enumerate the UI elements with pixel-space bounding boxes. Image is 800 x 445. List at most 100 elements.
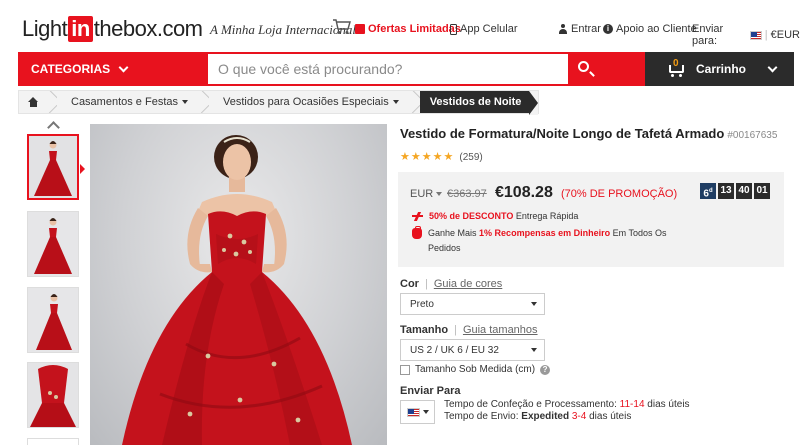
review-count[interactable]: (259): [459, 152, 482, 163]
breadcrumb-item-weddings[interactable]: Casamentos e Festas: [57, 91, 199, 113]
site-logo[interactable]: Light in thebox.com: [22, 15, 203, 43]
caret-down-icon: [436, 192, 443, 196]
login-link[interactable]: Entrar: [558, 23, 601, 35]
discount-badge: (70% DE PROMOÇÃO): [561, 188, 678, 200]
sale-price: €108.28: [495, 184, 553, 201]
promo-highlight: 1% Recompensas em Dinheiro: [479, 228, 611, 238]
divider: |: [424, 278, 428, 290]
divider: |: [764, 29, 768, 41]
info-icon: i: [603, 24, 613, 34]
shipping-time: Tempo de Envio: Expedited 3-4 dias úteis: [444, 411, 632, 422]
color-select[interactable]: Preto: [400, 293, 545, 315]
countdown-seconds: 01: [754, 183, 770, 199]
custom-size-checkbox[interactable]: [400, 364, 410, 375]
price-box: EUR €363.97 €108.28 (70% DE PROMOÇÃO) 6d…: [398, 172, 784, 267]
logo-text-thebox: thebox.com: [93, 16, 203, 41]
gift-icon: [355, 24, 365, 34]
caret-down-icon: [392, 100, 399, 104]
caret-down-icon: [531, 348, 537, 352]
limited-offers-link[interactable]: Ofertas Limitadas: [355, 23, 461, 35]
login-label: Entrar: [571, 23, 601, 35]
us-flag-icon: [406, 407, 420, 417]
star-icon: ★: [400, 151, 410, 163]
promo-text: Pedidos: [428, 243, 461, 253]
limited-offers-label: Ofertas Limitadas: [368, 23, 461, 35]
breadcrumb-separator: [410, 91, 420, 113]
original-price: €363.97: [447, 188, 487, 200]
dress-thumbnail-image: [28, 288, 78, 352]
dress-detail-thumbnail-image: [28, 363, 78, 427]
shipping-days: 3-4: [571, 411, 587, 422]
color-select-value: Preto: [410, 298, 434, 310]
countdown-days: 6d: [700, 183, 716, 199]
breadcrumb-item-label: Casamentos e Festas: [71, 96, 178, 108]
breadcrumb-item-label: Vestidos para Ocasiões Especiais: [223, 96, 389, 108]
main-product-image[interactable]: [90, 124, 387, 445]
promo-text: Em Todos Os: [612, 228, 667, 238]
custom-size-label: Tamanho Sob Medida (cm): [415, 364, 536, 375]
caret-down-icon: [182, 100, 188, 104]
product-thumbnail[interactable]: [27, 287, 79, 353]
product-title-text: Vestido de Formatura/Noite Longo de Tafe…: [400, 126, 725, 141]
chevron-down-icon: [118, 62, 129, 72]
user-icon: [558, 24, 568, 34]
color-label: Cor: [400, 278, 419, 290]
product-thumbnail[interactable]: [27, 438, 79, 445]
help-icon[interactable]: ?: [540, 364, 551, 375]
currency-selector[interactable]: EUR: [410, 188, 443, 200]
main-nav-bar: CATEGORIAS 0 Carrinho: [18, 52, 794, 86]
mobile-app-link[interactable]: App Celular: [450, 23, 517, 35]
shopping-cart-icon: [333, 19, 351, 34]
categories-label: CATEGORIAS: [31, 62, 111, 76]
currency-label: EUR: [410, 188, 434, 200]
product-thumbnail[interactable]: [27, 134, 79, 200]
cart-button[interactable]: 0 Carrinho: [645, 52, 794, 86]
logo-text-light: Light: [22, 16, 68, 41]
custom-size-option[interactable]: Tamanho Sob Medida (cm) ?: [400, 364, 551, 375]
promo-text: Ganhe Mais: [428, 228, 477, 238]
ship-country-selector[interactable]: [400, 400, 435, 424]
product-thumbnail[interactable]: [27, 362, 79, 428]
breadcrumb-item-special-occasion[interactable]: Vestidos para Ocasiões Especiais: [209, 91, 410, 113]
breadcrumb-home[interactable]: [19, 91, 47, 113]
star-icon: ★: [443, 151, 454, 163]
star-icon: ★: [421, 151, 432, 163]
dress-model-image: [122, 135, 352, 445]
breadcrumb-separator: [47, 91, 57, 113]
mobile-app-label: App Celular: [460, 23, 518, 35]
star-icon: ★: [432, 151, 443, 163]
product-sku: #00167635: [727, 130, 778, 141]
support-link[interactable]: i Apoio ao Cliente: [603, 23, 697, 35]
breadcrumb-current-label: Vestidos de Noite: [429, 96, 522, 108]
size-label: Tamanho: [400, 324, 449, 336]
size-guide-link[interactable]: Guia tamanhos: [463, 324, 538, 336]
processing-time: Tempo de Confeção e Processamento: 11-14…: [444, 399, 690, 410]
currency-label: €EUR: [770, 29, 800, 41]
rating-stars[interactable]: ★ ★ ★ ★ ★ (259): [400, 151, 483, 164]
product-title: Vestido de Formatura/Noite Longo de Tafe…: [400, 126, 777, 141]
cart-icon: 0: [667, 58, 687, 77]
cart-label: Carrinho: [696, 62, 747, 76]
size-select[interactable]: US 2 / UK 6 / EU 32: [400, 339, 545, 361]
categories-button[interactable]: CATEGORIAS: [18, 52, 206, 86]
breadcrumb: Casamentos e Festas Vestidos para Ocasiõ…: [18, 90, 540, 115]
breadcrumb-separator: [199, 91, 209, 113]
chevron-down-icon: [767, 62, 778, 72]
product-thumbnail[interactable]: [27, 211, 79, 277]
countdown-hours: 13: [718, 183, 734, 199]
search-button[interactable]: [568, 52, 603, 86]
processing-days: 11-14: [619, 399, 645, 410]
color-guide-link[interactable]: Guia de cores: [434, 278, 502, 290]
countdown-minutes: 40: [736, 183, 752, 199]
support-label: Apoio ao Cliente: [616, 23, 697, 35]
search-input[interactable]: [208, 54, 568, 84]
phone-icon: [450, 23, 457, 35]
breadcrumb-tip: [529, 91, 539, 115]
logo-text-in: in: [68, 16, 93, 42]
ship-to-selector[interactable]: Enviar para: | €EUR: [692, 23, 800, 47]
thumbnail-scroll-up-icon[interactable]: [47, 121, 60, 134]
top-header: Light in thebox.com A Minha Loja Internaci…: [0, 0, 800, 50]
promo-highlight: 50% de DESCONTO: [429, 211, 514, 221]
countdown-timer: 6d 13 40 01: [700, 183, 770, 199]
rewards-promo: Ganhe Mais 1% Recompensas em Dinheiro Em…: [412, 226, 682, 256]
